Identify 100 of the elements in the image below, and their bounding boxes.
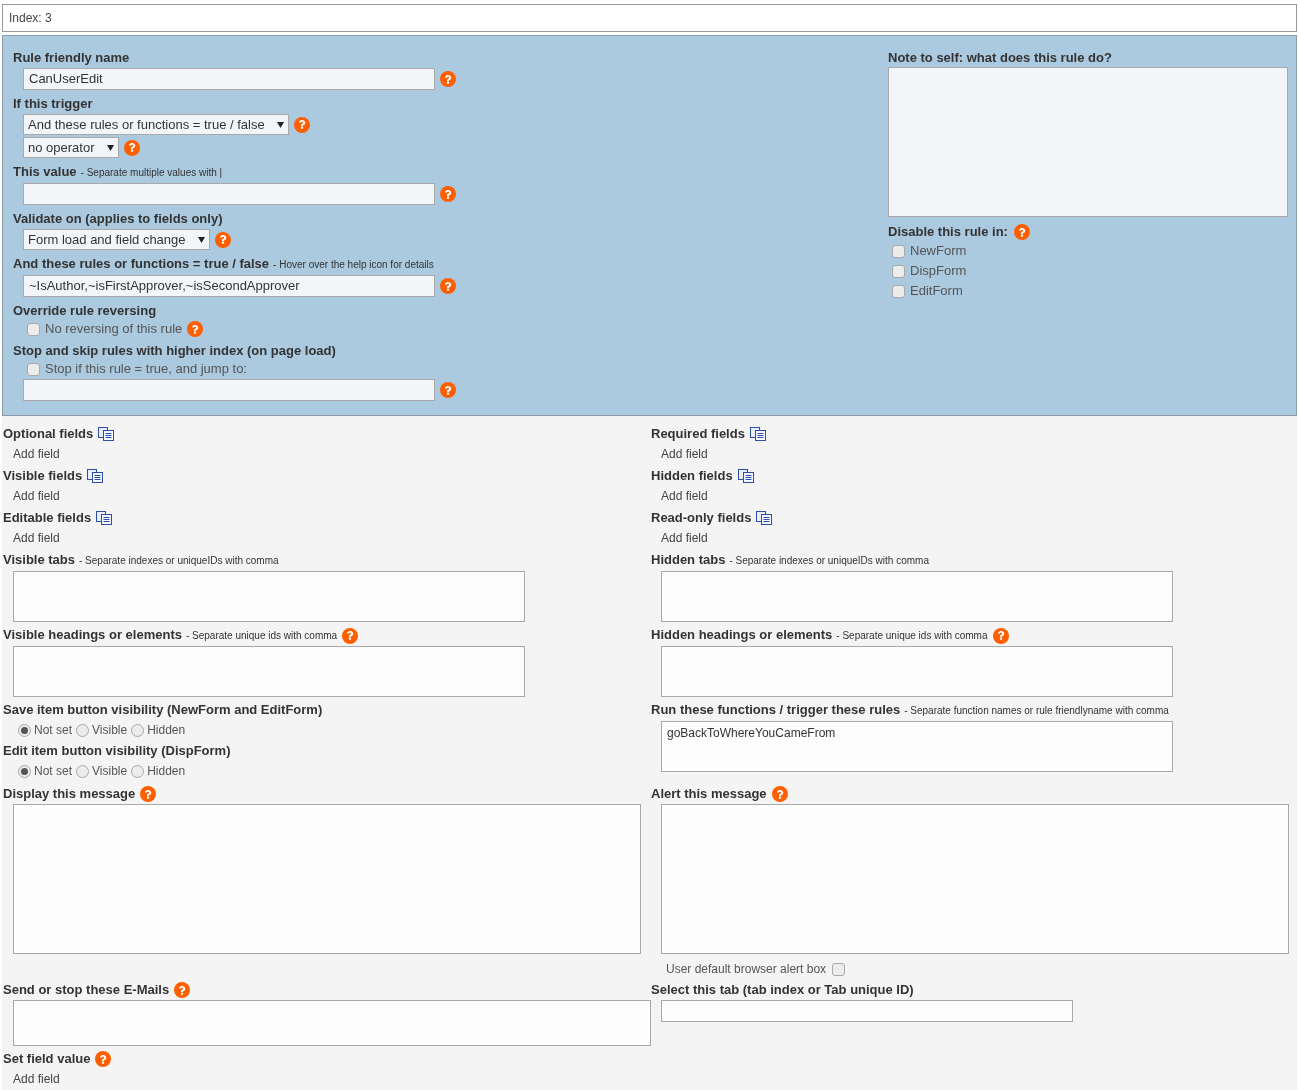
radio-button[interactable]	[76, 764, 89, 778]
add-field-link[interactable]: Add field	[13, 489, 60, 503]
text-area[interactable]	[13, 571, 525, 622]
copy-icon[interactable]	[756, 511, 773, 525]
checkbox[interactable]	[832, 962, 846, 976]
radio-button[interactable]	[131, 764, 145, 778]
section-label: Save item button visibility (NewForm and EditForm)	[3, 702, 323, 718]
section-label: Edit item button visibility (DispForm)	[3, 743, 231, 759]
add-field-link[interactable]: Add field	[13, 531, 60, 545]
help-icon[interactable]	[440, 186, 456, 202]
radio-button[interactable]	[18, 764, 31, 778]
radio-button[interactable]	[18, 723, 31, 737]
hint-text: - Separate indexes or uniqueIDs with comma	[79, 554, 279, 568]
section-label: Hidden fields	[651, 468, 733, 484]
add-field-link[interactable]: Add field	[661, 489, 708, 503]
section-label: Rule friendly name	[13, 50, 130, 66]
radio-label: Visible	[92, 722, 128, 738]
help-icon[interactable]	[771, 786, 788, 802]
help-icon[interactable]	[214, 231, 231, 248]
radio-label: Not set	[34, 763, 72, 779]
checkbox-label: No reversing of this rule	[45, 321, 183, 337]
add-field-link[interactable]: Add field	[13, 447, 60, 461]
help-icon[interactable]	[1013, 224, 1030, 240]
section-label: Stop and skip rules with higher index (on page load)	[13, 343, 336, 359]
help-icon[interactable]	[440, 278, 456, 294]
help-icon[interactable]	[187, 321, 204, 337]
radio-label: Visible	[92, 763, 128, 779]
hint-text: - Hover over the help icon for details	[273, 258, 434, 272]
radio-label: Hidden	[147, 763, 186, 779]
radio-label: Hidden	[147, 722, 186, 738]
dropdown[interactable]: And these rules or functions = true / false	[23, 114, 289, 135]
section-label: Disable this rule in:	[888, 224, 1008, 240]
text-field[interactable]: CanUserEdit	[23, 68, 435, 90]
section-label: Note to self: what does this rule do?	[888, 50, 1113, 66]
text-area[interactable]	[13, 1000, 651, 1046]
caret-icon	[197, 236, 205, 243]
checkbox[interactable]	[27, 362, 40, 376]
section-label: This value	[13, 164, 77, 180]
copy-icon[interactable]	[749, 427, 766, 441]
help-icon[interactable]	[440, 71, 456, 87]
section-label: Run these functions / trigger these rules	[651, 702, 901, 718]
copy-icon[interactable]	[737, 469, 754, 483]
text-field[interactable]	[661, 1000, 1073, 1022]
add-field-link[interactable]: Add field	[13, 1072, 60, 1086]
section-label: If this trigger	[13, 96, 93, 112]
help-icon[interactable]	[174, 982, 191, 998]
text-area[interactable]	[13, 646, 525, 697]
section-label: Read-only fields	[651, 510, 752, 526]
text-field[interactable]	[23, 183, 435, 205]
radio-button[interactable]	[76, 723, 89, 737]
add-field-link[interactable]: Add field	[661, 447, 708, 461]
dropdown[interactable]: no operator	[23, 137, 119, 158]
checkbox[interactable]	[892, 244, 905, 258]
help-icon[interactable]	[992, 627, 1009, 644]
copy-icon[interactable]	[87, 469, 104, 483]
help-icon[interactable]	[293, 116, 310, 133]
section-label: Validate on (applies to fields only)	[13, 211, 223, 227]
help-icon[interactable]	[440, 382, 456, 398]
hint-text: - Separate multiple values with |	[80, 166, 223, 180]
add-field-link[interactable]: Add field	[661, 531, 708, 545]
hint-text: - Separate unique ids with comma	[185, 629, 338, 643]
copy-icon[interactable]	[98, 427, 115, 441]
radio-label: Not set	[34, 722, 72, 738]
section-label: Optional fields	[3, 426, 94, 442]
checkbox-label: NewForm	[910, 243, 967, 259]
help-icon[interactable]	[123, 139, 140, 156]
section-label: Send or stop these E-Mails	[3, 982, 170, 998]
section-label: Visible headings or elements	[3, 627, 182, 643]
caret-icon	[276, 121, 284, 128]
section-label: Hidden tabs	[651, 552, 726, 568]
checkbox-label: User default browser alert box	[666, 961, 827, 977]
section-label: Required fields	[651, 426, 745, 442]
checkbox-label: EditForm	[910, 283, 963, 299]
dropdown[interactable]: Form load and field change	[23, 229, 210, 250]
hint-text: - Separate indexes or uniqueIDs with comma	[729, 554, 929, 568]
text-field[interactable]: ~IsAuthor,~isFirstApprover,~isSecondApprover	[23, 275, 435, 297]
radio-button[interactable]	[131, 723, 145, 737]
copy-icon[interactable]	[96, 511, 113, 525]
text-area[interactable]	[661, 571, 1173, 622]
text-area[interactable]	[661, 646, 1173, 697]
help-icon[interactable]	[140, 786, 157, 802]
checkbox[interactable]	[27, 322, 40, 336]
hint-text: - Separate unique ids with comma	[836, 629, 988, 643]
checkbox[interactable]	[892, 284, 905, 298]
help-icon[interactable]	[342, 627, 359, 644]
section-label: Display this message	[3, 786, 136, 802]
text-area[interactable]: goBackToWhereYouCameFrom	[661, 721, 1173, 772]
section-label: Editable fields	[3, 510, 92, 526]
section-label: Override rule reversing	[13, 303, 157, 319]
section-label: Visible tabs	[3, 552, 75, 568]
section-label: Alert this message	[651, 786, 767, 802]
checkbox[interactable]	[892, 264, 905, 278]
section-label: Hidden headings or elements	[651, 627, 833, 643]
section-label: And these rules or functions = true / false	[13, 256, 270, 272]
caret-icon	[106, 144, 114, 151]
checkbox-label: Stop if this rule = true, and jump to:	[45, 361, 247, 377]
index-bar: Index: 3	[2, 4, 1297, 32]
help-icon[interactable]	[95, 1051, 112, 1067]
section-label: Select this tab (tab index or Tab unique ID)	[651, 982, 914, 998]
text-field[interactable]	[23, 379, 435, 401]
